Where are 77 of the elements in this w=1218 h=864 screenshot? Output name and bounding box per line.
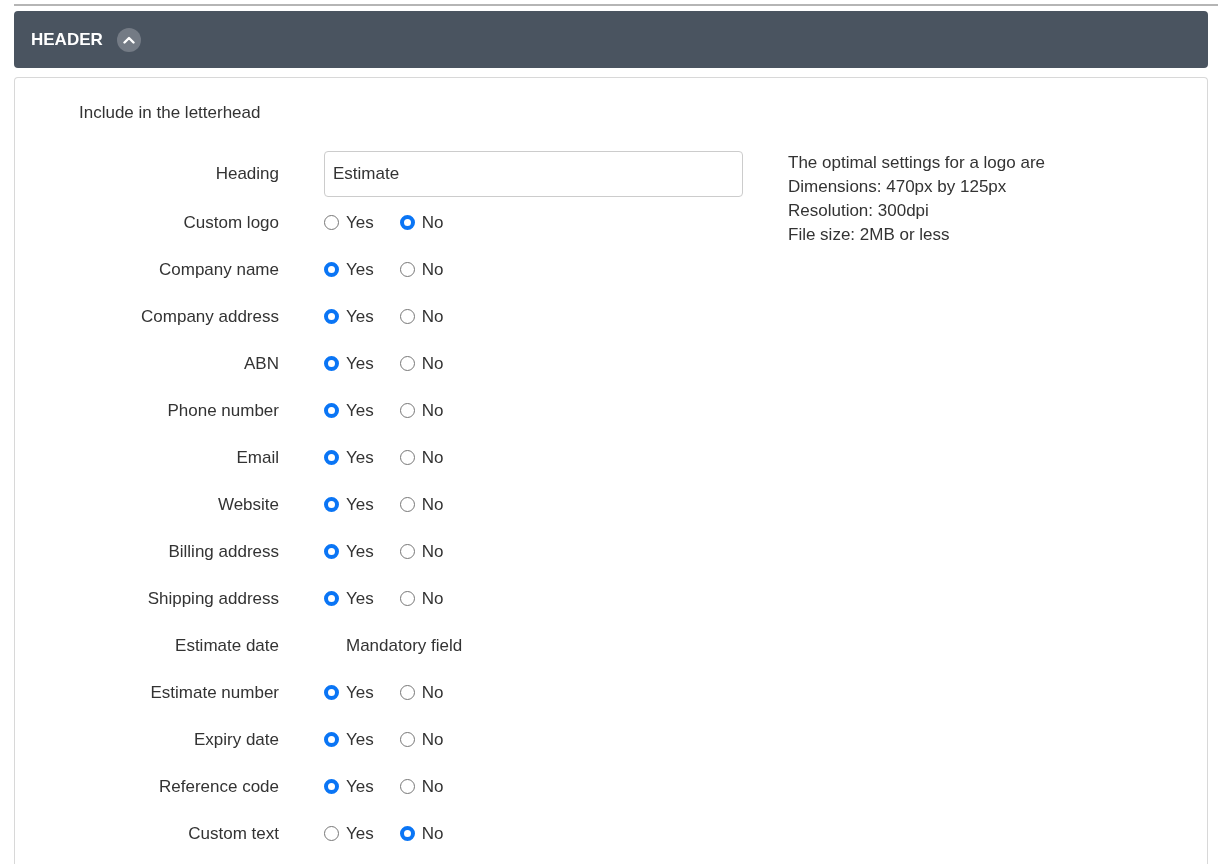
field-label: Email — [235, 447, 279, 468]
radio-button[interactable] — [399, 591, 415, 606]
radio-option[interactable]: Yes — [324, 729, 374, 750]
radio-option[interactable]: No — [399, 776, 444, 797]
collapse-toggle-button[interactable] — [116, 27, 141, 52]
radio-option[interactable]: No — [399, 259, 444, 280]
field-label: Estimate number — [149, 682, 279, 703]
radio-option[interactable]: Yes — [324, 494, 374, 515]
radio-button[interactable] — [399, 215, 415, 230]
field-label: Company name — [158, 259, 279, 280]
field-label: Phone number — [166, 400, 279, 421]
field-label: Estimate date — [174, 635, 279, 656]
radio-button[interactable] — [324, 215, 339, 230]
radio-option[interactable]: Yes — [324, 776, 374, 797]
radio-option[interactable]: No — [399, 823, 444, 844]
field-label: Company address — [140, 306, 279, 327]
radio-button[interactable] — [324, 309, 339, 324]
field-label: Custom text — [187, 823, 279, 844]
field-label: ABN — [243, 353, 279, 374]
radio-option[interactable]: Yes — [324, 306, 374, 327]
intro-text: Include in the letterhead — [79, 103, 262, 124]
section-title: HEADER — [31, 29, 103, 50]
radio-option[interactable]: No — [399, 541, 444, 562]
radio-button[interactable] — [399, 450, 415, 465]
radio-option[interactable]: No — [399, 306, 444, 327]
radio-button[interactable] — [324, 403, 339, 418]
radio-option[interactable]: No — [399, 494, 444, 515]
radio-button[interactable] — [399, 826, 415, 841]
radio-option[interactable]: No — [399, 588, 444, 609]
field-label: Billing address — [167, 541, 279, 562]
logo-tip-text: Resolution: 300dpi — [788, 200, 930, 222]
mandatory-note: Mandatory field — [346, 635, 463, 656]
radio-option[interactable]: No — [399, 212, 444, 233]
radio-button[interactable] — [324, 450, 339, 465]
radio-button[interactable] — [324, 262, 339, 277]
radio-button[interactable] — [324, 685, 339, 700]
radio-option[interactable]: Yes — [324, 400, 374, 421]
radio-option[interactable]: No — [399, 729, 444, 750]
logo-tip-text: The optimal settings for a logo are — [788, 152, 1046, 174]
radio-option[interactable]: No — [399, 353, 444, 374]
radio-option[interactable]: No — [399, 447, 444, 468]
radio-option[interactable]: Yes — [324, 588, 374, 609]
radio-option[interactable]: No — [399, 400, 444, 421]
radio-button[interactable] — [399, 544, 415, 559]
radio-button[interactable] — [324, 591, 339, 606]
radio-button[interactable] — [324, 497, 339, 512]
radio-button[interactable] — [399, 309, 415, 324]
radio-option[interactable]: Yes — [324, 541, 374, 562]
radio-button[interactable] — [324, 779, 339, 794]
radio-button[interactable] — [324, 544, 339, 559]
radio-option[interactable]: Yes — [324, 212, 374, 233]
logo-tip-text: Dimensions: 470px by 125px — [788, 176, 1008, 198]
chevron-icon — [122, 35, 135, 44]
radio-button[interactable] — [399, 356, 415, 371]
radio-button[interactable] — [399, 779, 415, 794]
radio-option[interactable]: Yes — [324, 353, 374, 374]
radio-button[interactable] — [324, 732, 339, 747]
radio-button[interactable] — [324, 826, 339, 841]
radio-option[interactable]: Yes — [324, 259, 374, 280]
field-label: Heading — [214, 164, 279, 184]
field-label: Shipping address — [146, 588, 279, 609]
radio-button[interactable] — [399, 262, 415, 277]
radio-option[interactable]: Yes — [324, 823, 374, 844]
field-label: Custom logo — [182, 212, 279, 233]
field-label: Expiry date — [192, 729, 279, 750]
logo-tip-text: File size: 2MB or less — [788, 224, 951, 246]
radio-option[interactable]: Yes — [324, 682, 374, 703]
radio-button[interactable] — [399, 732, 415, 747]
radio-button[interactable] — [399, 497, 415, 512]
field-label: Reference code — [157, 776, 279, 797]
heading-input-field[interactable]: Estimate — [324, 151, 743, 197]
radio-button[interactable] — [399, 403, 415, 418]
radio-option[interactable]: No — [399, 682, 444, 703]
field-label: Website — [216, 494, 279, 515]
radio-button[interactable] — [399, 685, 415, 700]
radio-option[interactable]: Yes — [324, 447, 374, 468]
radio-button[interactable] — [324, 356, 339, 371]
